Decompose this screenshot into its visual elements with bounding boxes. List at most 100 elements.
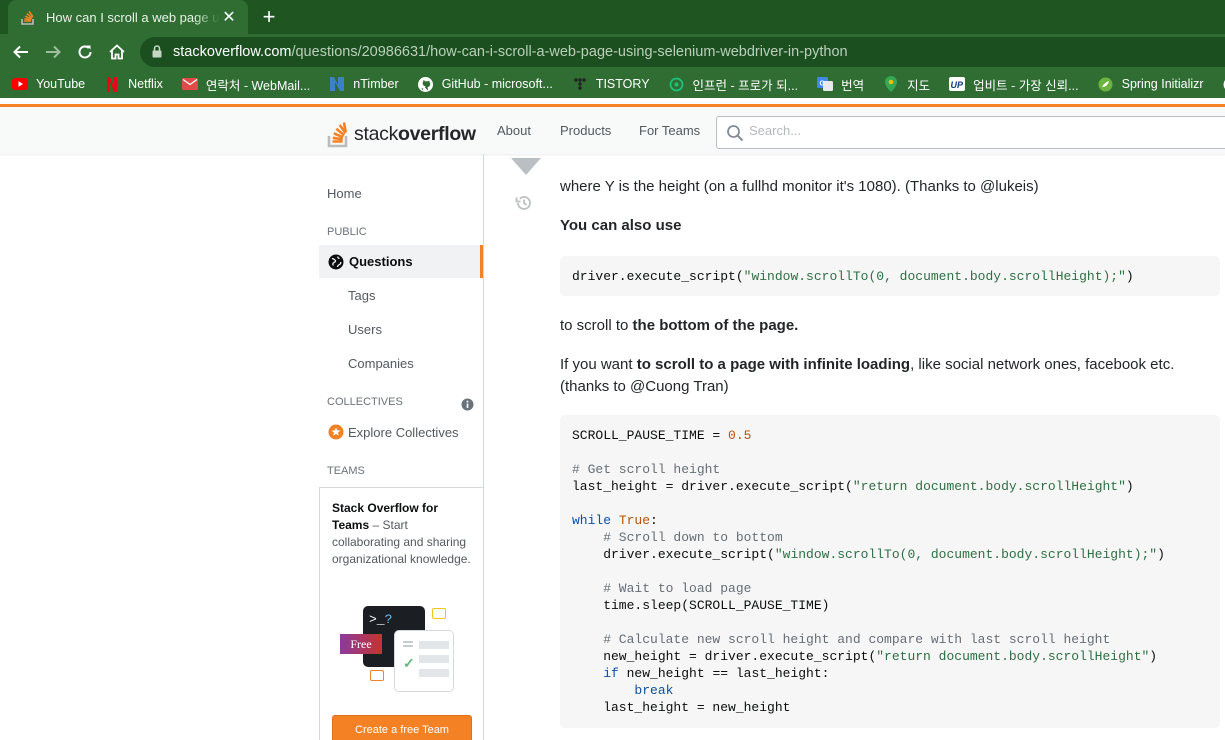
inflearn-icon <box>669 76 685 92</box>
code-line: driver.execute_script("window.scrollTo(0… <box>572 269 1134 284</box>
so-wordmark: stackoverflow <box>354 123 476 145</box>
bookmark-item[interactable]: YouTube <box>12 76 85 92</box>
code-line: new_height = driver.execute_script("retu… <box>572 649 1158 664</box>
code-comment: # Get scroll height <box>572 462 721 477</box>
checklist-card-icon: ✓ <box>394 630 454 692</box>
teams-promo: Stack Overflow for Teams – Start collabo… <box>319 487 483 740</box>
answer-paragraph: to scroll to the bottom of the page. <box>560 317 799 334</box>
nav-products[interactable]: Products <box>560 123 611 138</box>
bookmark-label: Netflix <box>128 77 163 91</box>
tistory-icon <box>572 76 588 92</box>
free-badge: Free <box>340 634 382 654</box>
sidebar-item-companies[interactable]: Companies <box>348 356 414 371</box>
search-input[interactable] <box>749 123 1149 138</box>
sidebar-item-home[interactable]: Home <box>327 186 362 201</box>
bookmark-label: YouTube <box>36 77 86 91</box>
bookmark-label: 지도 <box>907 78 931 93</box>
code-line: break <box>634 683 674 698</box>
bookmark-label: nTimber <box>353 77 399 91</box>
sidebar-item-explore-collectives[interactable]: Explore Collectives <box>348 425 459 440</box>
tab-close-icon[interactable]: ✕ <box>220 7 238 27</box>
bookmark-label: 업비트 - 가장 신뢰... <box>973 78 1079 93</box>
bookmark-item[interactable]: 지도 <box>883 75 930 94</box>
nav-about[interactable]: About <box>497 123 531 138</box>
home-icon[interactable] <box>107 42 127 62</box>
bookmark-label: 연락처 - WebMail... <box>205 78 311 93</box>
sidebar-heading-collectives: COLLECTIVES <box>327 396 403 408</box>
bookmark-label: TISTORY <box>595 77 650 91</box>
stackoverflow-logo-icon <box>327 122 348 148</box>
globe-icon <box>328 254 344 269</box>
bookmark-item[interactable]: G 번역 <box>817 75 864 94</box>
so-topbar: stackoverflow About Products For Teams <box>0 104 1225 154</box>
answer-paragraph: (thanks to @Cuong Tran) <box>560 378 729 395</box>
bookmark-item[interactable]: GitHub - microsoft... <box>418 76 553 92</box>
map-pin-icon <box>883 76 899 92</box>
sidebar-item-users[interactable]: Users <box>348 322 382 337</box>
answer-paragraph: If you want to scroll to a page with inf… <box>560 356 1175 373</box>
sidebar-item-questions[interactable]: Questions <box>319 245 483 278</box>
github-icon <box>418 76 434 92</box>
collectives-star-icon <box>328 424 344 445</box>
answer-paragraph: You can also use <box>560 217 682 234</box>
left-sidebar: Home PUBLIC Questions Tags Users Compani… <box>319 154 484 740</box>
search-icon <box>726 124 744 147</box>
code-comment: # Scroll down to bottom <box>572 530 783 545</box>
sidebar-heading-teams: TEAMS <box>327 465 365 477</box>
svg-text:UP: UP <box>951 80 964 90</box>
answer-paragraph: where Y is the height (on a fullhd monit… <box>560 178 1039 195</box>
code-line: last_height = new_height <box>572 700 791 715</box>
sidebar-heading-public: PUBLIC <box>327 226 367 238</box>
bookmark-label: Spring Initializr <box>1121 77 1204 91</box>
bookmark-label: GitHub - microsoft... <box>441 77 553 91</box>
ntimber-icon <box>329 76 345 92</box>
sidebar-item-label: Questions <box>349 254 413 269</box>
so-logo[interactable]: stackoverflow <box>327 114 476 148</box>
bookmark-item[interactable]: Netflix <box>104 76 163 92</box>
bookmark-label: 번역 <box>841 78 865 93</box>
chat-bubble-icon <box>370 670 384 681</box>
code-comment: # Wait to load page <box>572 581 752 596</box>
bookmark-item[interactable]: TISTORY <box>572 76 650 92</box>
nav-for-teams[interactable]: For Teams <box>639 123 700 138</box>
translate-icon: G <box>817 76 834 92</box>
create-free-team-button[interactable]: Create a free Team <box>332 715 472 740</box>
code-block: SCROLL_PAUSE_TIME = 0.5 # Get scroll hei… <box>560 415 1220 728</box>
svg-text:G: G <box>820 81 826 88</box>
code-comment: # Calculate new scroll height and compar… <box>572 632 1111 647</box>
teams-illustration: >_? ✓ Free <box>336 600 466 700</box>
code-line: SCROLL_PAUSE_TIME = 0.5 <box>572 428 752 443</box>
address-bar[interactable]: stackoverflow.com/questions/20986631/how… <box>140 37 1225 67</box>
downvote-arrow-icon[interactable] <box>510 158 542 181</box>
code-line: time.sleep(SCROLL_PAUSE_TIME) <box>572 598 830 613</box>
history-icon[interactable] <box>514 193 534 218</box>
browser-toolbar: stackoverflow.com/questions/20986631/how… <box>0 34 1225 70</box>
info-icon[interactable] <box>461 398 474 416</box>
forward-arrow-icon[interactable] <box>43 42 63 62</box>
browser-tab[interactable]: How can I scroll a web page using seleni… <box>8 0 248 34</box>
lock-icon <box>152 45 162 63</box>
code-line: while True: <box>572 513 658 528</box>
bookmark-item[interactable]: 연락처 - WebMail... <box>181 75 311 94</box>
code-line: if new_height == last_height: <box>603 666 830 681</box>
new-tab-button[interactable]: + <box>258 4 280 30</box>
spring-icon <box>1098 76 1114 92</box>
upbit-icon: UP <box>949 76 966 92</box>
sidebar-item-tags[interactable]: Tags <box>348 288 375 303</box>
bookmark-item[interactable]: nTimber <box>329 76 399 92</box>
url-text: stackoverflow.com/questions/20986631/how… <box>173 44 848 60</box>
netflix-icon <box>104 76 120 92</box>
tab-title: How can I scroll a web page using seleni… <box>46 9 220 25</box>
back-arrow-icon[interactable] <box>11 42 31 62</box>
youtube-icon <box>12 76 28 92</box>
bookmark-item[interactable]: 인프런 - 프로가 되... <box>669 75 798 94</box>
bookmark-item[interactable]: Spring Initializr <box>1098 76 1204 92</box>
reload-icon[interactable] <box>75 42 95 62</box>
code-block: driver.execute_script("window.scrollTo(0… <box>560 256 1220 296</box>
bookmark-item[interactable]: UP 업비트 - 가장 신뢰... <box>949 75 1079 94</box>
code-line: last_height = driver.execute_script("ret… <box>572 479 1134 494</box>
code-line: driver.execute_script("window.scrollTo(0… <box>572 547 1165 562</box>
site-search[interactable] <box>716 116 1225 149</box>
browser-tab-strip: How can I scroll a web page using seleni… <box>0 0 1225 34</box>
chat-bubble-icon <box>432 608 446 619</box>
